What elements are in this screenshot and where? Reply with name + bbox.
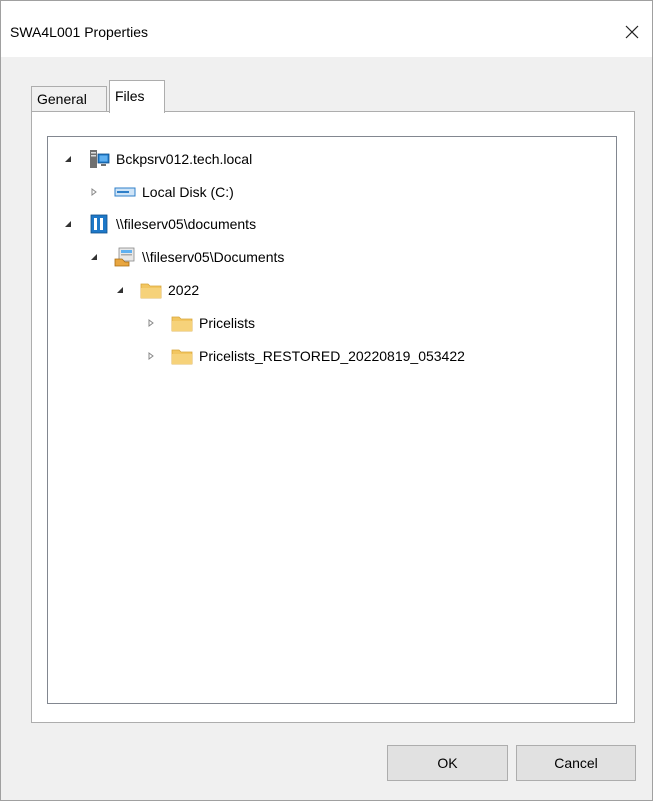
nas-icon xyxy=(88,214,110,234)
tree-item-label: Bckpsrv012.tech.local xyxy=(116,151,253,167)
folder-icon xyxy=(171,346,193,366)
tree-item-pricelists[interactable]: Pricelists xyxy=(145,310,255,336)
expanded-arrow-icon[interactable] xyxy=(114,284,126,296)
tab-general[interactable]: General xyxy=(31,86,107,112)
tab-general-label: General xyxy=(37,91,87,107)
title-bar: SWA4L001 Properties xyxy=(1,1,652,57)
tree-item-pricelists-restored[interactable]: Pricelists_RESTORED_20220819_053422 xyxy=(145,343,465,369)
tree-item-label: Local Disk (C:) xyxy=(142,184,234,200)
close-button[interactable] xyxy=(612,15,652,49)
drive-icon xyxy=(114,182,136,202)
tree-item-label: Pricelists_RESTORED_20220819_053422 xyxy=(199,348,465,364)
tree-item-folder-2022[interactable]: 2022 xyxy=(114,277,199,303)
ok-button[interactable]: OK xyxy=(387,745,508,781)
tree-item-label: Pricelists xyxy=(199,315,256,331)
collapsed-arrow-icon[interactable] xyxy=(145,350,157,362)
collapsed-arrow-icon[interactable] xyxy=(145,317,157,329)
tree-item-label: \\fileserv05\documents xyxy=(116,216,257,232)
expanded-arrow-icon[interactable] xyxy=(88,251,100,263)
folder-icon xyxy=(171,313,193,333)
tree-item-file-share[interactable]: \\fileserv05\documents xyxy=(62,211,256,237)
file-tree[interactable]: Bckpsrv012.tech.local Local Disk (C:) \\… xyxy=(47,136,617,704)
server-icon xyxy=(88,149,110,169)
collapsed-arrow-icon[interactable] xyxy=(88,186,100,198)
cancel-button[interactable]: Cancel xyxy=(516,745,636,781)
tree-item-label: 2022 xyxy=(168,282,200,298)
cancel-button-label: Cancel xyxy=(554,755,598,771)
tab-files-label: Files xyxy=(115,88,145,104)
ok-button-label: OK xyxy=(437,755,458,771)
tree-item-server[interactable]: Bckpsrv012.tech.local xyxy=(62,146,252,172)
tree-item-local-disk[interactable]: Local Disk (C:) xyxy=(88,179,234,205)
folder-icon xyxy=(140,280,162,300)
tree-item-label: \\fileserv05\Documents xyxy=(142,249,285,265)
window-title: SWA4L001 Properties xyxy=(10,24,148,40)
tree-item-documents-share[interactable]: \\fileserv05\Documents xyxy=(88,244,284,270)
close-icon xyxy=(625,25,639,39)
expanded-arrow-icon[interactable] xyxy=(62,218,74,230)
expanded-arrow-icon[interactable] xyxy=(62,153,74,165)
tab-files[interactable]: Files xyxy=(109,80,165,113)
share-icon xyxy=(114,247,136,267)
